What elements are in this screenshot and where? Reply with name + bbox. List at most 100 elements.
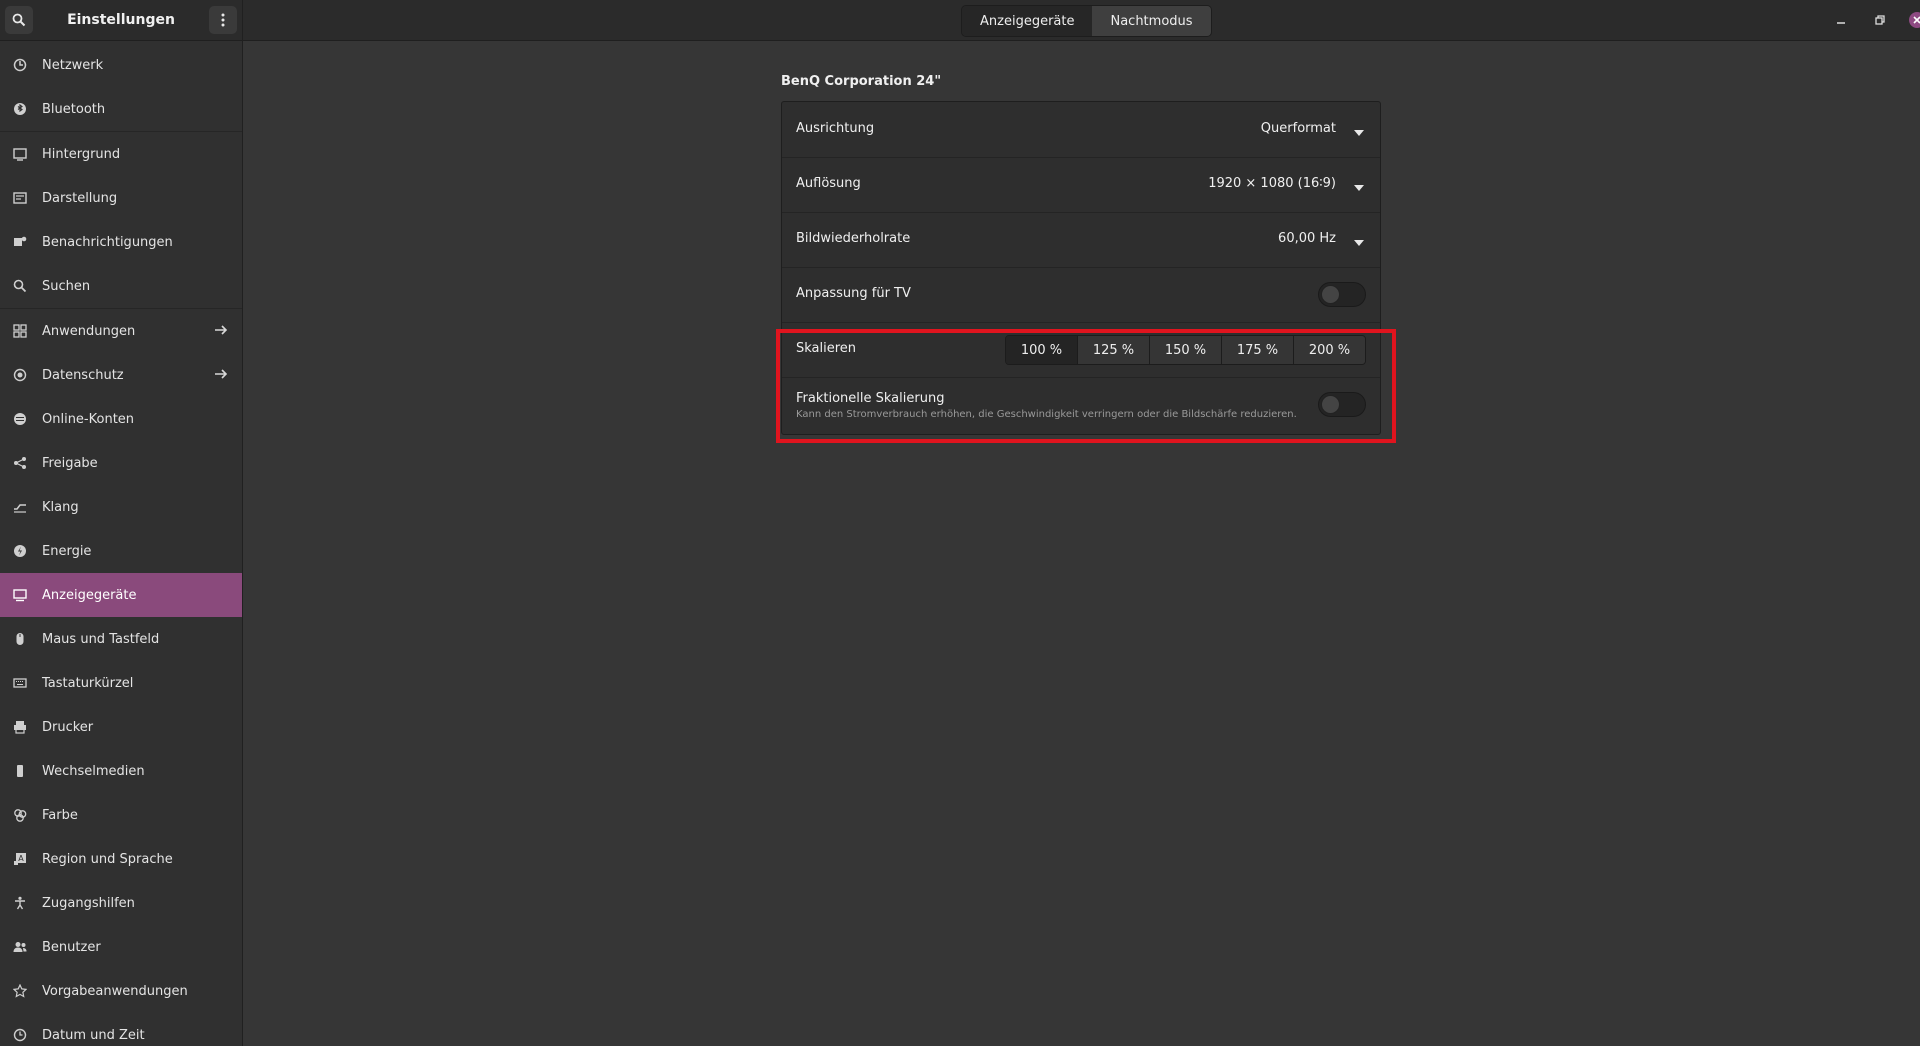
privacy-icon xyxy=(12,367,28,383)
dropdown-arrow-icon xyxy=(1354,235,1364,250)
orientation-row[interactable]: Ausrichtung Querformat xyxy=(782,102,1380,158)
switch-knob xyxy=(1321,285,1340,304)
fractional-scaling-label: Fraktionelle Skalierung xyxy=(796,391,945,406)
tab-nachtmodus[interactable]: Nachtmodus xyxy=(1092,6,1211,36)
sidebar-item-label: Maus und Tastfeld xyxy=(42,631,160,647)
clock-icon xyxy=(12,1027,28,1043)
search-icon xyxy=(12,278,28,294)
sidebar-item-suchen[interactable]: Suchen xyxy=(0,264,242,308)
sidebar-item-wechselmedien[interactable]: Wechselmedien xyxy=(0,749,242,793)
sidebar-item-klang[interactable]: Klang xyxy=(0,485,242,529)
sidebar-item-label: Netzwerk xyxy=(42,57,104,73)
arrow-right-icon xyxy=(214,367,228,385)
headerbar: Anzeigegeräte Nachtmodus xyxy=(243,0,1920,41)
sidebar-item-label: Freigabe xyxy=(42,455,98,471)
fractional-scaling-row: Fraktionelle Skalierung Kann den Stromve… xyxy=(782,377,1380,432)
sidebar-item-label: Datum und Zeit xyxy=(42,1027,145,1043)
refresh-rate-row[interactable]: Bildwiederholrate 60,00 Hz xyxy=(782,212,1380,268)
sidebar-item-label: Anzeigegeräte xyxy=(42,587,137,603)
sidebar-item-online-konten[interactable]: Online-Konten xyxy=(0,397,242,441)
sidebar-item-label: Suchen xyxy=(42,278,91,294)
scale-option-100[interactable]: 100 % xyxy=(1006,336,1077,364)
menu-button[interactable] xyxy=(209,6,237,34)
sidebar-item-netzwerk[interactable]: Netzwerk xyxy=(0,43,242,87)
sidebar-item-label: Benutzer xyxy=(42,939,101,955)
sidebar-list: Netzwerk Bluetooth Hintergrund Darstellu… xyxy=(0,41,242,1046)
sidebar-item-maus-und-tastfeld[interactable]: Maus und Tastfeld xyxy=(0,617,242,661)
sidebar-item-vorgabeanwendungen[interactable]: Vorgabeanwendungen xyxy=(0,969,242,1013)
sidebar-item-bluetooth[interactable]: Bluetooth xyxy=(0,87,242,131)
sidebar-item-label: Bluetooth xyxy=(42,101,106,117)
share-icon xyxy=(12,455,28,471)
minimize-button[interactable] xyxy=(1831,10,1851,30)
apps-icon xyxy=(12,323,28,339)
accessibility-icon xyxy=(12,895,28,911)
network-icon xyxy=(12,57,28,73)
sidebar-item-anwendungen[interactable]: Anwendungen xyxy=(0,309,242,353)
sidebar-item-datum-und-zeit[interactable]: Datum und Zeit xyxy=(0,1013,242,1046)
scale-option-175[interactable]: 175 % xyxy=(1221,336,1293,364)
sidebar-item-darstellung[interactable]: Darstellung xyxy=(0,176,242,220)
sidebar-item-farbe[interactable]: Farbe xyxy=(0,793,242,837)
sidebar-item-label: Tastaturkürzel xyxy=(42,675,134,691)
region-icon: A xyxy=(12,851,28,867)
color-icon xyxy=(12,807,28,823)
sidebar-item-region-und-sprache[interactable]: A Region und Sprache xyxy=(0,837,242,881)
resolution-row[interactable]: Auflösung 1920 × 1080 (16∶9) xyxy=(782,157,1380,213)
sidebar-item-datenschutz[interactable]: Datenschutz xyxy=(0,353,242,397)
scale-options: 100 % 125 % 150 % 175 % 200 % xyxy=(1005,335,1366,365)
sidebar-item-benutzer[interactable]: Benutzer xyxy=(0,925,242,969)
arrow-right-icon xyxy=(214,323,228,341)
resolution-value: 1920 × 1080 (16∶9) xyxy=(1208,176,1336,191)
sidebar-item-tastaturkuerzel[interactable]: Tastaturkürzel xyxy=(0,661,242,705)
refresh-rate-value: 60,00 Hz xyxy=(1278,231,1336,246)
search-button[interactable] xyxy=(5,6,33,34)
sidebar-item-zugangshilfen[interactable]: Zugangshilfen xyxy=(0,881,242,925)
sidebar-item-label: Hintergrund xyxy=(42,146,121,162)
sidebar-item-label: Energie xyxy=(42,543,92,559)
monitor-name: BenQ Corporation 24" xyxy=(781,74,942,89)
fractional-scaling-switch[interactable] xyxy=(1318,392,1366,417)
dropdown-arrow-icon xyxy=(1354,180,1364,195)
switch-knob xyxy=(1321,395,1340,414)
notification-icon xyxy=(12,234,28,250)
printer-icon xyxy=(12,719,28,735)
sidebar-item-label: Zugangshilfen xyxy=(42,895,135,911)
sidebar-item-anzeigegeraete[interactable]: Anzeigegeräte xyxy=(0,573,242,617)
wallpaper-icon xyxy=(12,146,28,162)
maximize-button[interactable] xyxy=(1870,10,1890,30)
sidebar-item-hintergrund[interactable]: Hintergrund xyxy=(0,132,242,176)
kebab-menu-icon xyxy=(221,13,225,27)
display-icon xyxy=(12,587,28,603)
display-settings-panel: Ausrichtung Querformat Auflösung 1920 × … xyxy=(781,101,1381,435)
sidebar-header: Einstellungen xyxy=(0,0,242,41)
scale-option-200[interactable]: 200 % xyxy=(1293,336,1365,364)
scale-label: Skalieren xyxy=(796,341,857,356)
mouse-icon xyxy=(12,631,28,647)
sidebar-item-label: Wechselmedien xyxy=(42,763,145,779)
settings-window: Einstellungen Netzwerk Bluetooth Hinterg… xyxy=(0,0,1920,1046)
users-icon xyxy=(12,939,28,955)
close-icon xyxy=(1909,12,1920,28)
sidebar-item-benachrichtigungen[interactable]: Benachrichtigungen xyxy=(0,220,242,264)
sidebar-item-freigabe[interactable]: Freigabe xyxy=(0,441,242,485)
removable-media-icon xyxy=(12,763,28,779)
tab-anzeigegeraete[interactable]: Anzeigegeräte xyxy=(962,6,1093,36)
sidebar-item-label: Klang xyxy=(42,499,79,515)
close-button[interactable] xyxy=(1906,9,1920,31)
svg-text:A: A xyxy=(18,854,24,863)
sidebar-item-label: Darstellung xyxy=(42,190,118,206)
scale-option-150[interactable]: 150 % xyxy=(1149,336,1221,364)
sidebar-item-label: Datenschutz xyxy=(42,367,124,383)
sidebar-item-label: Benachrichtigungen xyxy=(42,234,173,250)
sidebar-item-energie[interactable]: Energie xyxy=(0,529,242,573)
sidebar-item-label: Anwendungen xyxy=(42,323,136,339)
orientation-label: Ausrichtung xyxy=(796,121,875,136)
restore-icon xyxy=(1875,15,1885,25)
scale-option-125[interactable]: 125 % xyxy=(1077,336,1149,364)
minimize-icon xyxy=(1837,22,1845,24)
view-switcher: Anzeigegeräte Nachtmodus xyxy=(961,5,1212,37)
sidebar-item-drucker[interactable]: Drucker xyxy=(0,705,242,749)
sidebar-item-label: Region und Sprache xyxy=(42,851,173,867)
tv-adjust-switch[interactable] xyxy=(1318,282,1366,307)
